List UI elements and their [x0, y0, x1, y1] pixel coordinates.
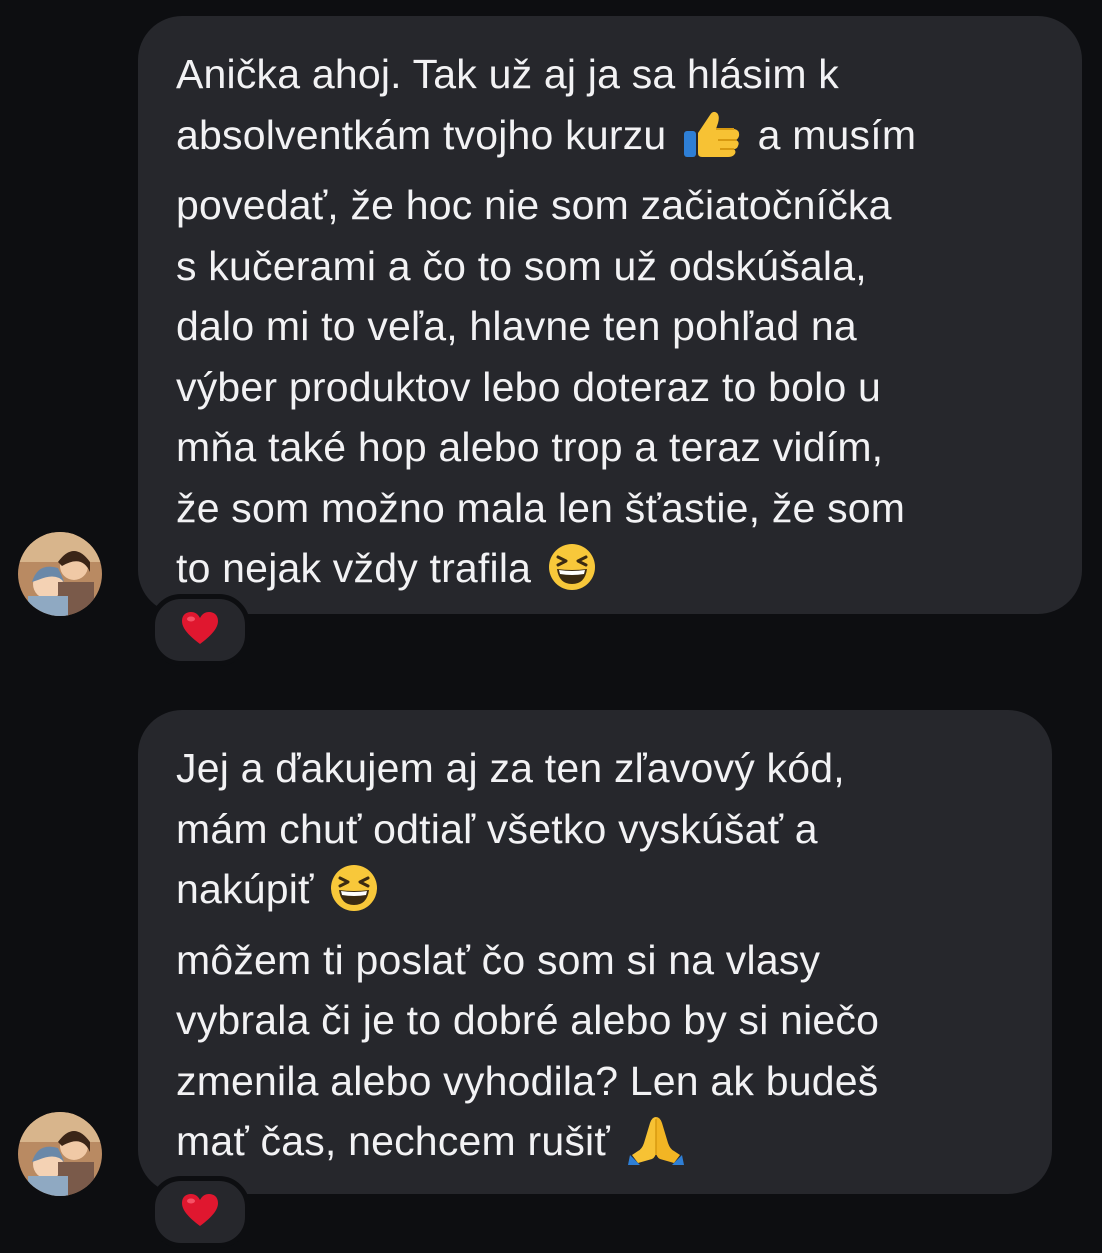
message-bubble[interactable]: Anička ahoj. Tak už aj ja sa hlásim k ab… — [138, 16, 1082, 614]
red-heart-emoji — [180, 610, 220, 651]
message-line: výber produktov lebo doteraz to bolo u — [176, 363, 882, 410]
message-text: a musím — [757, 111, 917, 158]
message-line: zmenila alebo vyhodila? Len ak budeš — [176, 1057, 879, 1104]
message-text: absolventkám tvojho kurzu — [176, 111, 667, 158]
reaction-badge[interactable] — [150, 594, 250, 666]
folded-hands-emoji — [626, 1113, 686, 1182]
thumbs-up-emoji — [682, 109, 742, 176]
message-line: mňa také hop alebo trop a teraz vidím, — [176, 424, 884, 470]
message-line: môžem ti poslať čo som si na vlasy — [176, 936, 821, 983]
message-line: dalo mi to veľa, hlavne ten pohľad na — [176, 303, 857, 349]
message-text: mať čas, nechcem rušiť — [176, 1118, 610, 1164]
red-heart-emoji — [180, 1192, 220, 1233]
grinning-squinting-face-emoji — [547, 542, 597, 609]
reaction-badge[interactable] — [150, 1176, 250, 1248]
message-line: vybrala či je to dobré alebo by si niečo — [176, 997, 880, 1043]
message-line-with-emoji: nakúpiť — [176, 859, 1014, 930]
chat-screen: Anička ahoj. Tak už aj ja sa hlásim k ab… — [0, 0, 1102, 1253]
message-line-with-emoji: to nejak vždy trafila — [176, 538, 1044, 609]
message-line-with-emoji: absolventkám tvojho kurzu a musím — [176, 105, 1044, 176]
message-line: Jej a ďakujem aj za ten zľavový kód, — [176, 745, 845, 791]
message-line: Anička ahoj. Tak už aj ja sa hlásim k — [176, 51, 839, 97]
message-line: mám chuť odtiaľ všetko vyskúšať a — [176, 805, 818, 852]
message-line-with-emoji: mať čas, nechcem rušiť — [176, 1111, 1014, 1182]
message-line: s kučerami a čo to som už odskúšala, — [176, 242, 867, 289]
message-line: že som možno mala len šťastie, že som — [176, 484, 906, 531]
sender-avatar[interactable] — [18, 1112, 102, 1196]
sender-avatar[interactable] — [18, 532, 102, 616]
message-bubble[interactable]: Jej a ďakujem aj za ten zľavový kód, mám… — [138, 710, 1052, 1194]
message-line: povedať, že hoc nie som začiatočníčka — [176, 182, 892, 228]
grinning-squinting-face-emoji — [329, 863, 379, 930]
message-text: to nejak vždy trafila — [176, 545, 532, 591]
message-text: nakúpiť — [176, 866, 314, 912]
